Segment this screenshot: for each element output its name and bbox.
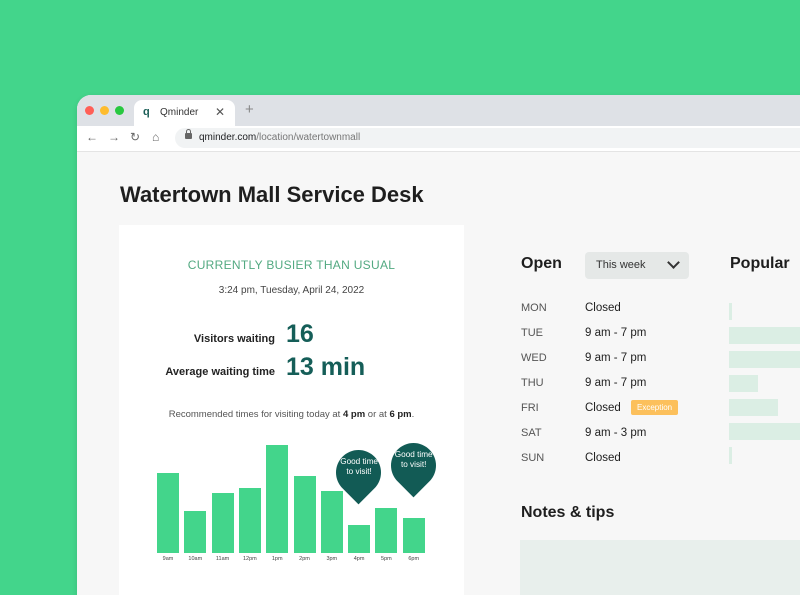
chart-x-label: 3pm: [326, 556, 338, 562]
chart-x-label: 5pm: [381, 556, 392, 562]
visits-bar-chart: 9am 10am 11am 12pm 1pm 2pm 3pm 4pm 5pm 6pm Good ti…: [119, 225, 464, 595]
chart-bar-2pm: [293, 476, 316, 553]
chart-x-label: 11am: [215, 556, 230, 562]
forward-arrow-icon[interactable]: →: [108, 130, 120, 144]
day-hours: Closed: [585, 452, 621, 464]
tab-close-icon[interactable]: ✕: [215, 105, 225, 119]
reload-icon[interactable]: ↻: [130, 130, 140, 144]
url-text: qminder.com/location/watertownmall: [199, 132, 361, 143]
chart-x-label: 6pm: [408, 556, 420, 562]
chart-bar-3pm: [320, 491, 343, 553]
notes-heading: Notes & tips: [521, 504, 615, 521]
browser-tab[interactable]: q Qminder ✕: [134, 100, 235, 126]
tab-title: Qminder: [160, 107, 199, 118]
chart-bar-4pm: [348, 525, 371, 553]
browser-titlebar: q Qminder ✕ +: [77, 95, 800, 126]
home-icon[interactable]: ⌂: [152, 130, 159, 144]
opening-hours-heading: Open: [521, 255, 562, 272]
chart-x-label: 2pm: [299, 556, 310, 562]
browser-navbar: ← → ↻ ⌂ qminder.com/location/watertownma…: [77, 126, 800, 152]
chart-bar-11am: [211, 493, 234, 553]
close-window-dot[interactable]: [85, 106, 94, 115]
popular-bar: [729, 447, 732, 464]
good-time-label: Good time to visit!: [394, 450, 433, 469]
period-select[interactable]: This week: [585, 252, 689, 279]
day-hours: 9 am - 7 pm: [585, 352, 647, 364]
popular-bar: [729, 375, 758, 392]
day-hours: 9 am - 7 pm: [585, 377, 647, 389]
minimize-window-dot[interactable]: [100, 106, 109, 115]
day-hours: 9 am - 3 pm: [585, 427, 647, 439]
period-select-value: This week: [596, 259, 646, 271]
chart-x-label: 4pm: [353, 556, 365, 562]
exception-badge: Exception: [631, 400, 679, 415]
address-bar[interactable]: qminder.com/location/watertownmall: [175, 128, 800, 148]
day-name: SAT: [521, 427, 542, 439]
popular-bar: [729, 303, 732, 320]
day-hours: 9 am - 7 pm: [585, 327, 647, 339]
page-title: Watertown Mall Service Desk: [120, 182, 424, 207]
popular-bar: [729, 351, 800, 368]
day-name: TUE: [521, 327, 543, 339]
chart-x-label: 1pm: [271, 556, 283, 562]
day-name: THU: [521, 377, 544, 389]
chart-bar-10am: [184, 511, 207, 553]
popular-bar: [729, 423, 800, 440]
day-name: MON: [521, 302, 547, 314]
day-name: SUN: [521, 452, 545, 464]
lock-icon: [185, 129, 192, 139]
day-hours: Closed: [585, 302, 621, 314]
day-hours: Closed: [585, 402, 621, 414]
chart-bar-9am: [157, 473, 179, 553]
chevron-down-icon: [667, 256, 680, 269]
chart-x-label: 9am: [162, 556, 174, 562]
day-name: WED: [521, 352, 547, 364]
notes-box: [520, 540, 800, 595]
day-name: FRI: [521, 402, 539, 414]
chart-x-label: 12pm: [243, 556, 257, 562]
chart-x-label: 10am: [188, 556, 203, 562]
popular-bar: [729, 399, 778, 416]
status-card: CURRENTLY BUSIER THAN USUAL 3:24 pm, Tue…: [119, 225, 464, 595]
browser-window: q Qminder ✕ + ← → ↻ ⌂ qminder.com/locati…: [77, 95, 800, 595]
chart-bar-6pm: [402, 518, 425, 553]
back-arrow-icon[interactable]: ←: [86, 130, 98, 144]
chart-bar-1pm: [266, 445, 289, 553]
popular-times-heading: Popular: [730, 255, 790, 272]
popular-bar: [729, 327, 800, 344]
good-time-label: Good time to visit!: [340, 457, 378, 476]
qminder-logo-icon: q: [143, 106, 150, 118]
new-tab-icon[interactable]: +: [245, 101, 254, 118]
maximize-window-dot[interactable]: [115, 106, 124, 115]
chart-bar-5pm: [375, 508, 398, 553]
chart-bar-12pm: [238, 488, 261, 553]
